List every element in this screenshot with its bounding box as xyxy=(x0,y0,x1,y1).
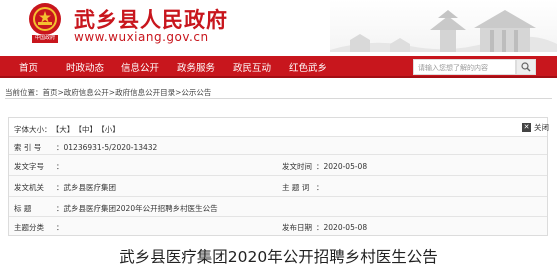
publish-date-value: ：2020-05-08 xyxy=(316,223,368,232)
nav-item-interaction[interactable]: 政民互动 xyxy=(233,60,271,74)
font-size-large-button[interactable]: 【大】 xyxy=(56,125,75,134)
category-label: 主题分类 xyxy=(14,223,44,232)
subject-value: ： xyxy=(316,183,324,192)
breadcrumb-divider xyxy=(5,98,552,99)
close-button[interactable]: ✕ 关闭 xyxy=(522,122,549,133)
search-icon xyxy=(521,62,531,72)
document-info-panel: 字体大小： 【大】 【中】 【小】 ✕ 关闭 索 引 号 ：01236931-5/20… xyxy=(8,117,549,236)
font-size-row: 字体大小： 【大】 【中】 【小】 ✕ 关闭 xyxy=(9,118,549,137)
doc-number-value: ： xyxy=(56,162,64,171)
emblem-caption: 中国政府 xyxy=(34,35,55,41)
index-row: 索 引 号 ：01236931-5/2020-13432 xyxy=(9,137,547,155)
close-label: 关闭 xyxy=(534,123,549,132)
doc-number-row: 发文字号 ： 发文时间 ：2020-05-08 xyxy=(9,155,547,176)
issuer-label: 发文机关 xyxy=(14,183,44,192)
issuer-value: ：武乡县医疗集团 xyxy=(56,183,116,192)
close-icon: ✕ xyxy=(522,123,531,132)
site-header: 中国政府 武乡县人民政府 www.wuxiang.gov.cn xyxy=(0,0,557,52)
article-title: 武乡县医疗集团2020年公开招聘乡村医生公告 xyxy=(119,248,438,266)
font-size-medium-button[interactable]: 【中】 xyxy=(78,125,97,134)
index-label: 索 引 号 xyxy=(14,143,42,152)
publish-date-label: 发布日期 xyxy=(282,223,312,232)
doc-time-value: ：2020-05-08 xyxy=(316,162,368,171)
main-nav: 首页 时政动态 信息公开 政务服务 政民互动 红色武乡 请输入您想了解的内容 xyxy=(0,56,557,78)
nav-item-news[interactable]: 时政动态 xyxy=(66,60,104,74)
title-value: ：武乡县医疗集团2020年公开招聘乡村医生公告 xyxy=(56,204,218,213)
title-label: 标 题 xyxy=(14,204,32,213)
index-value: ：01236931-5/2020-13432 xyxy=(56,143,158,152)
site-url: www.wuxiang.gov.cn xyxy=(74,30,209,44)
category-value: ： xyxy=(56,223,64,232)
nav-item-gov-services[interactable]: 政务服务 xyxy=(177,60,215,74)
font-size-label: 字体大小： xyxy=(14,125,52,134)
search-input[interactable]: 请输入您想了解的内容 xyxy=(413,59,516,75)
breadcrumb: 当前位置：首页>政府信息公开>政府信息公开目录>公示公告 xyxy=(5,88,212,97)
nav-item-info-disclosure[interactable]: 信息公开 xyxy=(121,60,159,74)
issuer-row: 发文机关 ：武乡县医疗集团 主 题 词 ： xyxy=(9,176,547,197)
doc-time-label: 发文时间 xyxy=(282,162,312,171)
subject-label: 主 题 词 xyxy=(282,183,310,192)
category-row: 主题分类 ： 发布日期 ：2020-05-08 xyxy=(9,217,547,236)
nav-item-home[interactable]: 首页 xyxy=(19,60,38,74)
font-size-small-button[interactable]: 【小】 xyxy=(101,125,120,134)
title-row: 标 题 ：武乡县医疗集团2020年公开招聘乡村医生公告 xyxy=(9,197,547,217)
font-size-control: 字体大小： 【大】 【中】 【小】 xyxy=(14,124,120,135)
search-button[interactable] xyxy=(516,59,536,75)
nav-item-red-wuxiang[interactable]: 红色武乡 xyxy=(289,60,327,74)
landmark-illustration xyxy=(330,0,557,52)
doc-number-label: 发文字号 xyxy=(14,162,44,171)
